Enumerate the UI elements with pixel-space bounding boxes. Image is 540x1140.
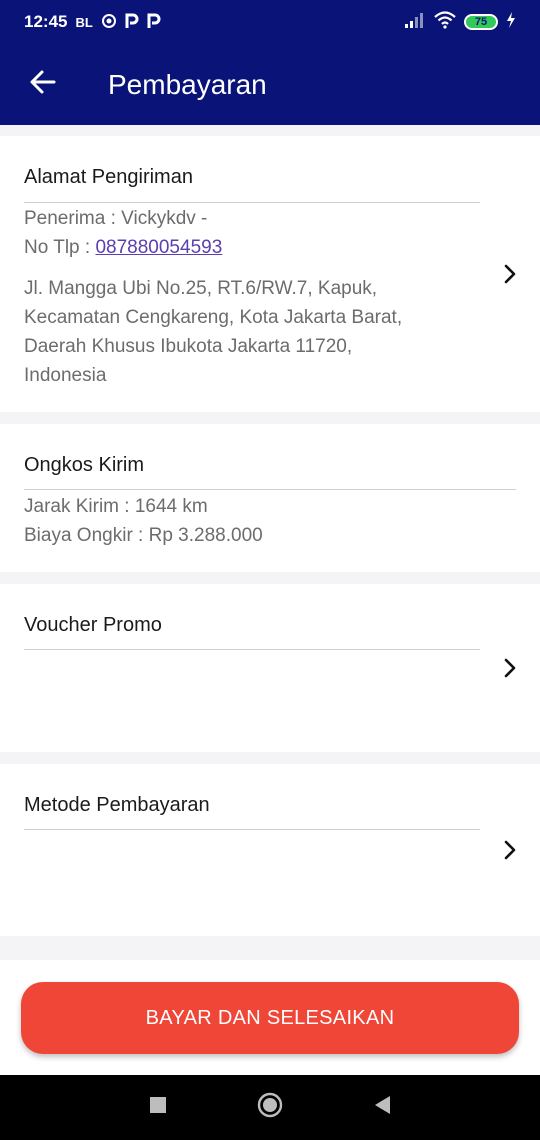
recent-apps-button[interactable] (128, 1075, 188, 1140)
divider (24, 649, 480, 650)
status-time: 12:45 (24, 12, 68, 31)
voucher-title: Voucher Promo (24, 614, 162, 636)
shipping-cost: Biaya Ongkir : Rp 3.288.000 (24, 525, 263, 546)
shipping-card: Ongkos Kirim Jarak Kirim : 1644 km Biaya… (0, 424, 540, 572)
voucher-card[interactable]: Voucher Promo (0, 584, 540, 752)
back-nav-button[interactable] (352, 1075, 412, 1140)
p-icon (125, 13, 139, 32)
charging-icon (506, 11, 516, 33)
phone-label: No Tlp : (24, 237, 96, 258)
app-bar: Pembayaran (0, 44, 540, 125)
square-icon (149, 1096, 167, 1119)
arrow-left-icon (29, 68, 57, 101)
recipient-line: Penerima : Vickykdv - (24, 208, 208, 229)
divider (24, 202, 480, 203)
address-line: Indonesia (24, 365, 107, 386)
phone-line: No Tlp : 087880054593 (24, 233, 222, 262)
address-card[interactable]: Alamat Pengiriman Penerima : Vickykdv - … (0, 136, 540, 412)
back-button[interactable] (0, 44, 86, 125)
signal-icon (404, 12, 426, 33)
address-line: Daerah Khusus Ibukota Jakarta 11720, (24, 336, 353, 357)
system-nav-bar (0, 1075, 540, 1140)
chevron-right-icon[interactable] (498, 656, 522, 680)
sync-icon (101, 13, 117, 32)
status-left: 12:45 BL (24, 12, 161, 32)
page-title: Pembayaran (108, 68, 267, 100)
status-right: 75 (404, 10, 516, 34)
home-circle-icon (257, 1092, 283, 1123)
divider (24, 489, 516, 490)
divider (24, 829, 480, 830)
chevron-right-icon[interactable] (498, 838, 522, 862)
home-button[interactable] (240, 1075, 300, 1140)
status-bar: 12:45 BL 75 (0, 0, 540, 44)
address-line: Jl. Mangga Ubi No.25, RT.6/RW.7, Kapuk, (24, 278, 378, 299)
address-title: Alamat Pengiriman (24, 166, 193, 188)
payment-method-title: Metode Pembayaran (24, 794, 210, 816)
p-icon (147, 13, 161, 32)
address-line: Kecamatan Cengkareng, Kota Jakarta Barat… (24, 307, 403, 328)
shipping-title: Ongkos Kirim (24, 454, 145, 476)
phone-link[interactable]: 087880054593 (95, 237, 222, 258)
pay-and-finish-button[interactable]: BAYAR DAN SELESAIKAN (21, 982, 519, 1054)
address-text: Jl. Mangga Ubi No.25, RT.6/RW.7, Kapuk, … (24, 274, 464, 390)
payment-method-card[interactable]: Metode Pembayaran (0, 764, 540, 936)
carrier-tag: BL (75, 14, 93, 30)
battery-icon: 75 (464, 14, 498, 30)
triangle-back-icon (373, 1095, 391, 1120)
chevron-right-icon[interactable] (498, 262, 522, 286)
wifi-icon (434, 10, 456, 34)
shipping-distance: Jarak Kirim : 1644 km (24, 496, 208, 517)
